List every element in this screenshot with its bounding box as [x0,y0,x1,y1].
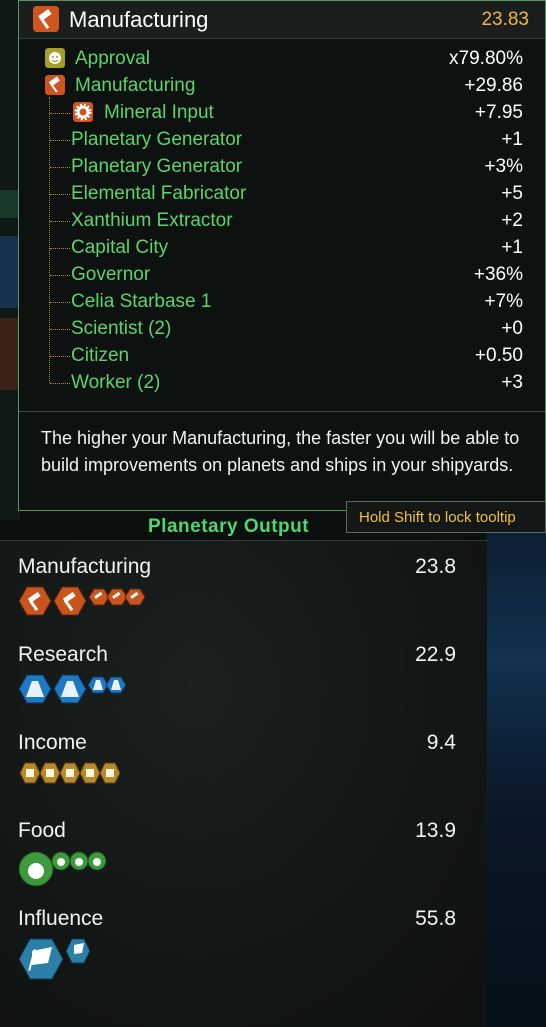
row-label: Worker (2) [71,372,161,393]
background-research-card [0,236,20,308]
tree-branch [50,194,70,195]
tooltip-divider [19,411,545,412]
resource-food[interactable]: Food 13.9 [18,819,458,889]
row-value: +1 [501,129,523,150]
flag-icon [18,938,91,980]
breakdown-row: Mineral Input +7.95 [19,99,545,126]
resource-influence[interactable]: Influence 55.8 [18,907,458,987]
resource-value: 9.4 [426,731,456,754]
row-label: Planetary Generator [71,156,243,177]
tree-branch [50,113,70,114]
resource-income[interactable]: Income 9.4 [18,731,458,801]
resource-value: 13.9 [415,819,456,842]
row-value: +7.95 [474,102,523,123]
tree-branch [50,275,70,276]
tree-branch [50,302,70,303]
resource-research[interactable]: Research 22.9 [18,643,458,713]
row-label: Capital City [71,237,169,258]
breakdown-row: Manufacturing +29.86 [19,72,545,99]
row-value: +5 [501,183,523,204]
tree-branch [50,383,70,384]
credits-icon [19,762,121,784]
row-value: +7% [484,291,523,312]
resource-name: Research [18,643,108,666]
row-label: Scientist (2) [71,318,172,339]
row-label: Elemental Fabricator [71,183,247,204]
row-label: Celia Starbase 1 [71,291,212,312]
tree-branch [50,221,70,222]
row-value: +36% [473,264,523,285]
tree-branch [50,356,70,357]
hammer-icon [18,586,146,616]
resource-name: Manufacturing [18,555,152,578]
resource-value: 22.9 [415,643,456,666]
tooltip-title: Manufacturing [69,7,209,32]
resource-value: 55.8 [415,907,456,930]
background-label-stub [0,190,20,218]
gear-icon [73,102,93,122]
row-value: +29.86 [464,75,523,96]
breakdown-row: Elemental Fabricator +5 [19,180,545,207]
breakdown-row: Planetary Generator +1 [19,126,545,153]
row-label: Manufacturing [75,75,196,96]
tree-branch [50,329,70,330]
breakdown-row: Worker (2) +3 [19,369,545,396]
row-label: Governor [71,264,151,285]
manufacturing-tooltip: Manufacturing 23.83 Approval x79.80% Man… [18,0,546,511]
tooltip-header: Manufacturing 23.83 [19,1,545,39]
row-value: +3 [501,372,523,393]
smiley-icon [45,48,65,68]
row-label: Mineral Input [104,102,214,123]
tooltip-description: The higher your Manufacturing, the faste… [41,428,520,475]
row-value: +2 [501,210,523,231]
row-value: +3% [484,156,523,177]
resource-value: 23.8 [415,555,456,578]
breakdown-row: Approval x79.80% [19,45,545,72]
research-icon-row [18,673,138,713]
resource-manufacturing[interactable]: Manufacturing 23.8 [18,555,458,625]
resource-name: Influence [18,907,104,930]
row-value: +0.50 [474,345,523,366]
background-left-edge [0,0,20,520]
background-manufacturing-card [0,318,20,390]
row-label: Approval [75,48,150,69]
breakdown-row: Citizen +0.50 [19,342,545,369]
background-space-view [486,500,546,1027]
row-label: Xanthium Extractor [71,210,233,231]
breakdown-row: Governor +36% [19,261,545,288]
breakdown-row: Celia Starbase 1 +7% [19,288,545,315]
tree-branch [50,167,70,168]
breakdown-row: Scientist (2) +0 [19,315,545,342]
row-value: +1 [501,237,523,258]
resource-name: Income [18,731,87,754]
row-value: +0 [501,318,523,339]
influence-icon-row [18,937,98,980]
breakdown-row: Xanthium Extractor +2 [19,207,545,234]
hammer-icon [45,75,65,95]
tree-branch [50,248,70,249]
income-icon-row [18,761,138,801]
lock-tooltip-hint: Hold Shift to lock tooltip [346,501,546,533]
apple-icon [18,851,107,887]
row-value: x79.80% [449,48,523,69]
tooltip-total: 23.83 [481,9,529,30]
row-label: Citizen [71,345,130,366]
tree-branch [50,140,70,141]
hammer-icon [33,6,59,32]
breakdown-row: Capital City +1 [19,234,545,261]
food-icon-row [18,849,118,889]
planetary-output-title: Planetary Output [148,516,310,537]
resource-name: Food [18,819,66,842]
flask-icon [18,674,127,704]
manufacturing-icon-row [18,585,158,625]
breakdown-row: Planetary Generator +3% [19,153,545,180]
row-label: Planetary Generator [71,129,243,150]
